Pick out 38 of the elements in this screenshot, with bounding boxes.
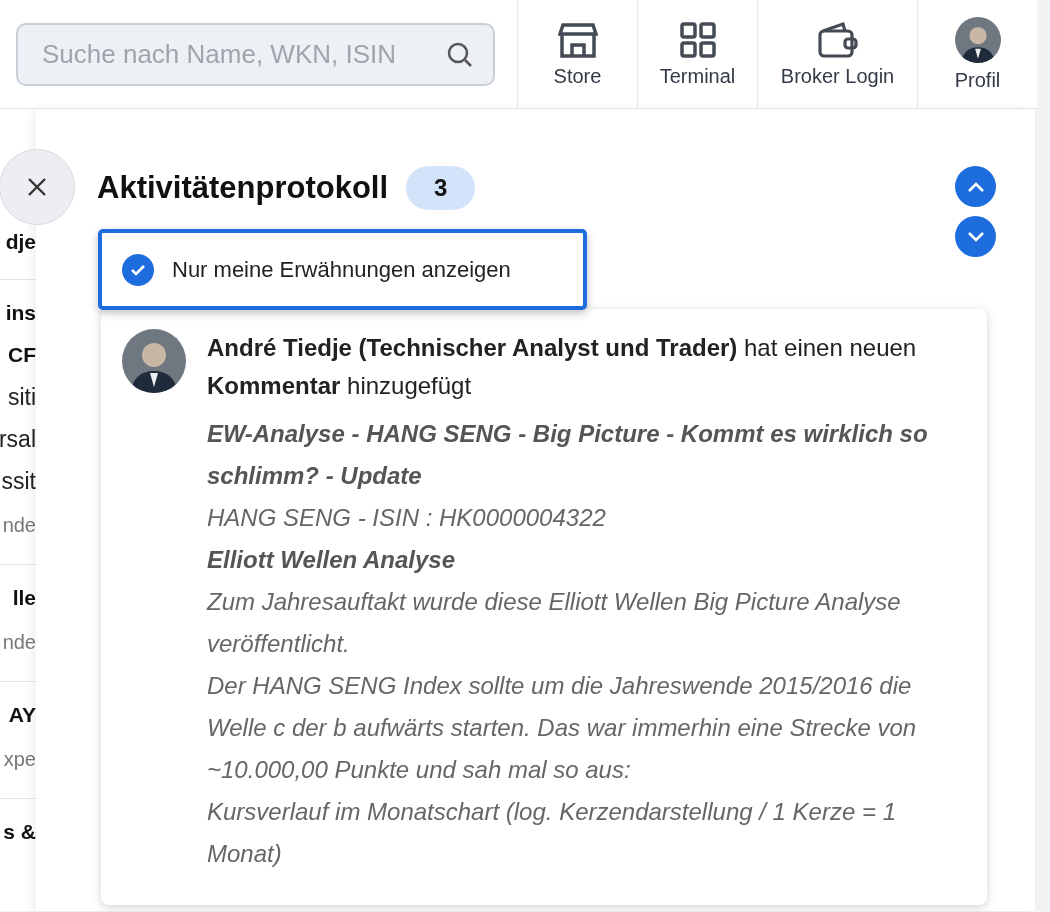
list-text: siti — [7, 383, 36, 412]
nav-item[interactable]: Profil — [917, 0, 1037, 108]
list-text: xpe — [3, 747, 36, 772]
nav-item[interactable]: Terminal — [637, 0, 757, 108]
search-field[interactable]: Suche nach Name, WKN, ISIN — [16, 22, 495, 86]
list-text: rsal — [0, 425, 36, 454]
wallet-icon — [816, 20, 859, 59]
comment-text: Kursverlauf im Monatschart (log. Kerzendarstellung / 1 Kerze = 1 Monat) — [207, 797, 897, 869]
scroll-down-button[interactable] — [955, 216, 996, 257]
check-icon — [130, 263, 146, 276]
filter-option[interactable]: Nur meine Erwähnungen anzeigen — [98, 229, 587, 310]
list-text: ins — [5, 300, 36, 326]
comment-heading: EW-Analyse - HANG SENG - Big Picture - Kommt es wirklich so schlimm? - Update — [207, 419, 929, 491]
count-badge: 3 — [406, 166, 476, 210]
list-text: AY — [8, 702, 36, 728]
checkbox[interactable] — [122, 253, 154, 286]
comment-text: Der HANG SENG Index sollte um die Jahreswende 2015/2016 die Welle c der b aufwärts starten. Das war immerhin eine Strecke von ~10.000,00 Punkte und sah mal so aus: — [207, 671, 918, 785]
list-text: s & — [3, 819, 36, 845]
search-icon — [447, 41, 473, 68]
list-text: ssit — [1, 467, 36, 496]
list-text: lle — [12, 585, 36, 611]
comment-text: Zum Jahresauftakt wurde diese Elliott Wellen Big Picture Analyse veröffentlicht. — [207, 587, 902, 659]
store-icon — [557, 20, 598, 59]
list-text: nde — [2, 513, 36, 538]
panel-title: Aktivitätenprotokoll — [97, 170, 389, 206]
nav-item[interactable]: Store — [517, 0, 637, 108]
comment-heading: Elliott Wellen Analyse — [207, 545, 457, 575]
grid-icon — [678, 20, 717, 59]
chevron-down-icon — [966, 230, 985, 243]
list-text: nde — [2, 630, 36, 655]
list-text: CF — [8, 342, 36, 368]
comment-text: HANG SENG - ISIN : HK0000004322 — [207, 503, 607, 533]
list-text: dje — [5, 229, 36, 255]
activity-headline: André Tiedje (Technischer Analyst und Trader) hat einen neuen Kommentar hinzugefügt — [207, 333, 918, 401]
scroll-up-button[interactable] — [955, 166, 996, 207]
chevron-up-icon — [966, 180, 985, 193]
close-icon — [27, 177, 47, 197]
nav-item[interactable]: Broker Login — [757, 0, 917, 108]
